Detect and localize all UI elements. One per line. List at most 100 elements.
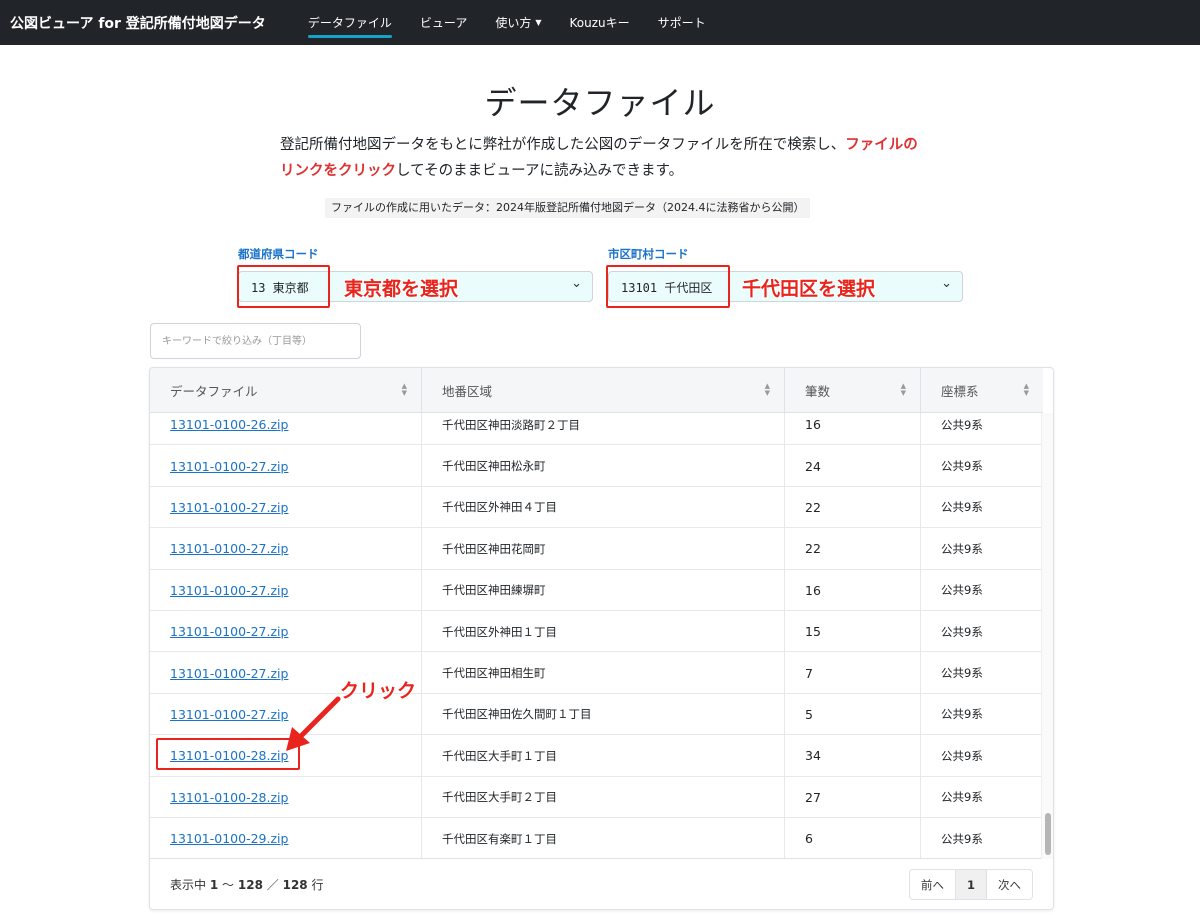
nav-viewer-label: ビューア xyxy=(419,16,468,30)
crs-cell-text: 公共9系 xyxy=(941,583,983,598)
count-cell: 27 xyxy=(785,776,921,818)
table-scrollbar[interactable] xyxy=(1041,413,1053,859)
file-download-link[interactable]: 13101-0100-27.zip xyxy=(170,624,288,639)
file-cell: 13101-0100-28.zip xyxy=(150,776,422,818)
file-download-link[interactable]: 13101-0100-29.zip xyxy=(170,831,288,846)
summary-total-sep: ／ xyxy=(266,878,279,892)
city-highlight-box xyxy=(606,265,730,308)
count-cell-text: 16 xyxy=(805,417,821,433)
caret-down-icon: ▼ xyxy=(535,18,542,27)
area-cell: 千代田区外神田１丁目 xyxy=(422,610,785,653)
column-header-file-label: データファイル xyxy=(170,384,258,399)
file-download-link[interactable]: 13101-0100-27.zip xyxy=(170,541,288,556)
file-download-link[interactable]: 13101-0100-27.zip xyxy=(170,500,288,515)
crs-cell-text: 公共9系 xyxy=(941,707,983,722)
count-cell: 6 xyxy=(785,817,921,858)
crs-cell-text: 公共9系 xyxy=(941,790,983,805)
keyword-filter-input[interactable] xyxy=(150,323,361,359)
pagination: 前へ 1 次へ xyxy=(908,869,1033,900)
table-row-summary: 表示中 1 〜 128 ／ 128 行 xyxy=(170,876,324,893)
nav-howto-label: 使い方 xyxy=(495,16,532,30)
file-cell: 13101-0100-27.zip xyxy=(150,486,422,529)
crs-cell: 公共9系 xyxy=(921,694,1043,735)
summary-range-end: 128 xyxy=(237,878,263,892)
file-cell: 13101-0100-27.zip xyxy=(150,445,422,487)
top-navbar: 公図ビューア for 登記所備付地図データ データファイル ビューア 使い方 ▼ … xyxy=(0,0,1200,45)
column-header-file[interactable]: データファイル ▲ ▼ xyxy=(150,368,422,413)
table-row: 13101-0100-27.zip 千代田区外神田４丁目 22 公共9系 xyxy=(150,486,1043,529)
table-body[interactable]: 13101-0100-26.zip 千代田区神田淡路町２丁目 16 公共9系 13101… xyxy=(150,413,1043,859)
count-cell-text: 34 xyxy=(805,748,821,764)
area-cell: 千代田区神田淡路町２丁目 xyxy=(422,413,785,446)
column-header-count-label: 筆数 xyxy=(805,384,831,399)
nav-data-files[interactable]: データファイル xyxy=(294,0,406,45)
crs-cell: 公共9系 xyxy=(921,818,1043,858)
file-download-link[interactable]: 13101-0100-28.zip xyxy=(170,790,288,805)
chevron-down-icon: ⌄ xyxy=(941,276,952,291)
column-header-crs[interactable]: 座標系 ▲ ▼ xyxy=(921,368,1043,413)
nav-support[interactable]: サポート xyxy=(644,0,720,45)
summary-suffix: 行 xyxy=(311,878,324,892)
file-download-link[interactable]: 13101-0100-26.zip xyxy=(170,417,288,432)
nav-kouzu-key[interactable]: Kouzuキー xyxy=(556,0,644,45)
nav-data-files-label: データファイル xyxy=(307,16,392,30)
column-header-count[interactable]: 筆数 ▲ ▼ xyxy=(785,368,921,413)
area-cell-text: 千代田区大手町１丁目 xyxy=(442,748,557,763)
crs-cell: 公共9系 xyxy=(921,528,1043,569)
area-cell: 千代田区神田練塀町 xyxy=(422,569,785,611)
crs-cell: 公共9系 xyxy=(921,777,1043,818)
table-row: 13101-0100-27.zip 千代田区神田練塀町 16 公共9系 xyxy=(150,569,1043,611)
table-row: 13101-0100-27.zip 千代田区外神田１丁目 15 公共9系 xyxy=(150,610,1043,653)
file-download-link[interactable]: 13101-0100-27.zip xyxy=(170,583,288,598)
desc-text-1: 登記所備付地図データをもとに弊社が作成した公図のデータファイルを所在で検索し、 xyxy=(280,137,846,153)
pager-page-1[interactable]: 1 xyxy=(955,870,987,899)
area-cell: 千代田区神田相生町 xyxy=(422,652,785,694)
crs-cell: 公共9系 xyxy=(921,413,1043,445)
nav-howto-dropdown[interactable]: 使い方 ▼ xyxy=(481,0,555,45)
file-cell: 13101-0100-27.zip xyxy=(150,610,422,653)
crs-cell-text: 公共9系 xyxy=(941,748,983,763)
area-cell-text: 千代田区神田佐久間町１丁目 xyxy=(442,707,592,722)
crs-cell: 公共9系 xyxy=(921,445,1043,486)
desc-text-2: してそのままビューアに読み込みできます。 xyxy=(396,163,684,179)
nav-support-label: サポート xyxy=(657,16,706,30)
area-cell: 千代田区神田佐久間町１丁目 xyxy=(422,693,785,736)
count-cell: 24 xyxy=(785,445,921,487)
count-cell: 22 xyxy=(785,528,921,570)
brand-logo[interactable]: 公図ビューア for 登記所備付地図データ xyxy=(10,13,266,33)
crs-cell-text: 公共9系 xyxy=(941,831,983,846)
table-row: 13101-0100-27.zip 千代田区神田松永町 24 公共9系 xyxy=(150,445,1043,487)
area-cell: 千代田区神田花岡町 xyxy=(422,528,785,570)
table-row: 13101-0100-29.zip 千代田区有楽町１丁目 6 公共9系 xyxy=(150,817,1043,858)
nav-viewer[interactable]: ビューア xyxy=(406,0,482,45)
column-header-area[interactable]: 地番区域 ▲ ▼ xyxy=(422,368,785,413)
page-description: 登記所備付地図データをもとに弊社が作成した公図のデータファイルを所在で検索し、フ… xyxy=(280,132,925,184)
pager-prev-button[interactable]: 前へ xyxy=(909,870,956,899)
file-download-link[interactable]: 13101-0100-27.zip xyxy=(170,666,288,681)
area-cell: 千代田区外神田４丁目 xyxy=(422,486,785,529)
crs-cell: 公共9系 xyxy=(921,611,1043,652)
sort-icon: ▲ ▼ xyxy=(900,382,906,397)
area-cell-text: 千代田区神田相生町 xyxy=(442,666,546,681)
click-annotation: クリック xyxy=(340,680,417,702)
area-cell: 千代田区大手町１丁目 xyxy=(422,735,785,777)
area-cell-text: 千代田区神田淡路町２丁目 xyxy=(442,417,580,432)
crs-cell-text: 公共9系 xyxy=(941,417,983,432)
pager-next-button[interactable]: 次へ xyxy=(987,870,1032,899)
sort-icon: ▲ ▼ xyxy=(1023,382,1029,397)
area-cell: 千代田区有楽町１丁目 xyxy=(422,817,785,858)
crs-cell: 公共9系 xyxy=(921,487,1043,528)
table-row: 13101-0100-27.zip 千代田区神田相生町 7 公共9系 xyxy=(150,652,1043,694)
table-row: 13101-0100-27.zip 千代田区神田花岡町 22 公共9系 xyxy=(150,528,1043,570)
area-cell-text: 千代田区神田花岡町 xyxy=(442,541,546,556)
file-cell: 13101-0100-27.zip xyxy=(150,569,422,611)
crs-cell-text: 公共9系 xyxy=(941,500,983,515)
count-cell-text: 16 xyxy=(805,582,821,598)
file-download-link[interactable]: 13101-0100-27.zip xyxy=(170,707,288,722)
file-cell: 13101-0100-26.zip xyxy=(150,413,422,446)
file-download-link[interactable]: 13101-0100-27.zip xyxy=(170,459,288,474)
count-cell-text: 6 xyxy=(805,831,813,847)
count-cell-text: 22 xyxy=(805,499,821,515)
scrollbar-thumb[interactable] xyxy=(1045,813,1051,855)
count-cell: 16 xyxy=(785,413,921,446)
